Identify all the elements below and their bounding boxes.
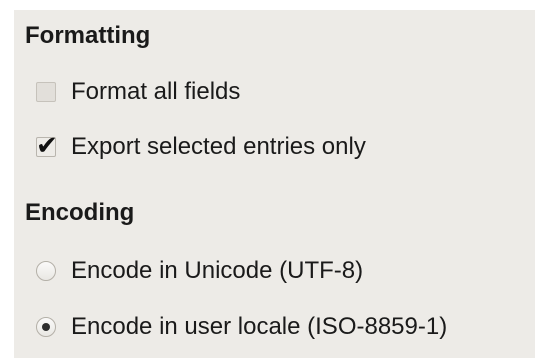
format-all-fields-label[interactable]: Format all fields	[71, 77, 240, 107]
format-all-fields-checkbox[interactable]	[36, 82, 56, 102]
export-selected-entries-checkbox-row[interactable]: ✔ Export selected entries only	[36, 130, 366, 164]
export-selected-entries-checkbox[interactable]: ✔	[36, 131, 58, 161]
encode-user-locale-label[interactable]: Encode in user locale (ISO-8859-1)	[71, 312, 447, 342]
formatting-section-title: Formatting	[25, 22, 151, 49]
encode-unicode-radio-row[interactable]: Encode in Unicode (UTF-8)	[36, 254, 363, 288]
encode-unicode-label[interactable]: Encode in Unicode (UTF-8)	[71, 256, 363, 286]
checkmark-icon: ✔	[36, 131, 58, 161]
encoding-section-title: Encoding	[25, 199, 135, 226]
radio-dot-icon	[42, 323, 50, 331]
encode-unicode-radio[interactable]	[36, 261, 56, 281]
encode-user-locale-radio-row[interactable]: Encode in user locale (ISO-8859-1)	[36, 310, 447, 344]
encode-user-locale-radio[interactable]	[36, 317, 56, 337]
export-selected-entries-label[interactable]: Export selected entries only	[71, 132, 366, 162]
format-all-fields-checkbox-row[interactable]: Format all fields	[36, 75, 240, 109]
export-options-panel: Formatting Format all fields ✔ Export se…	[14, 10, 535, 358]
